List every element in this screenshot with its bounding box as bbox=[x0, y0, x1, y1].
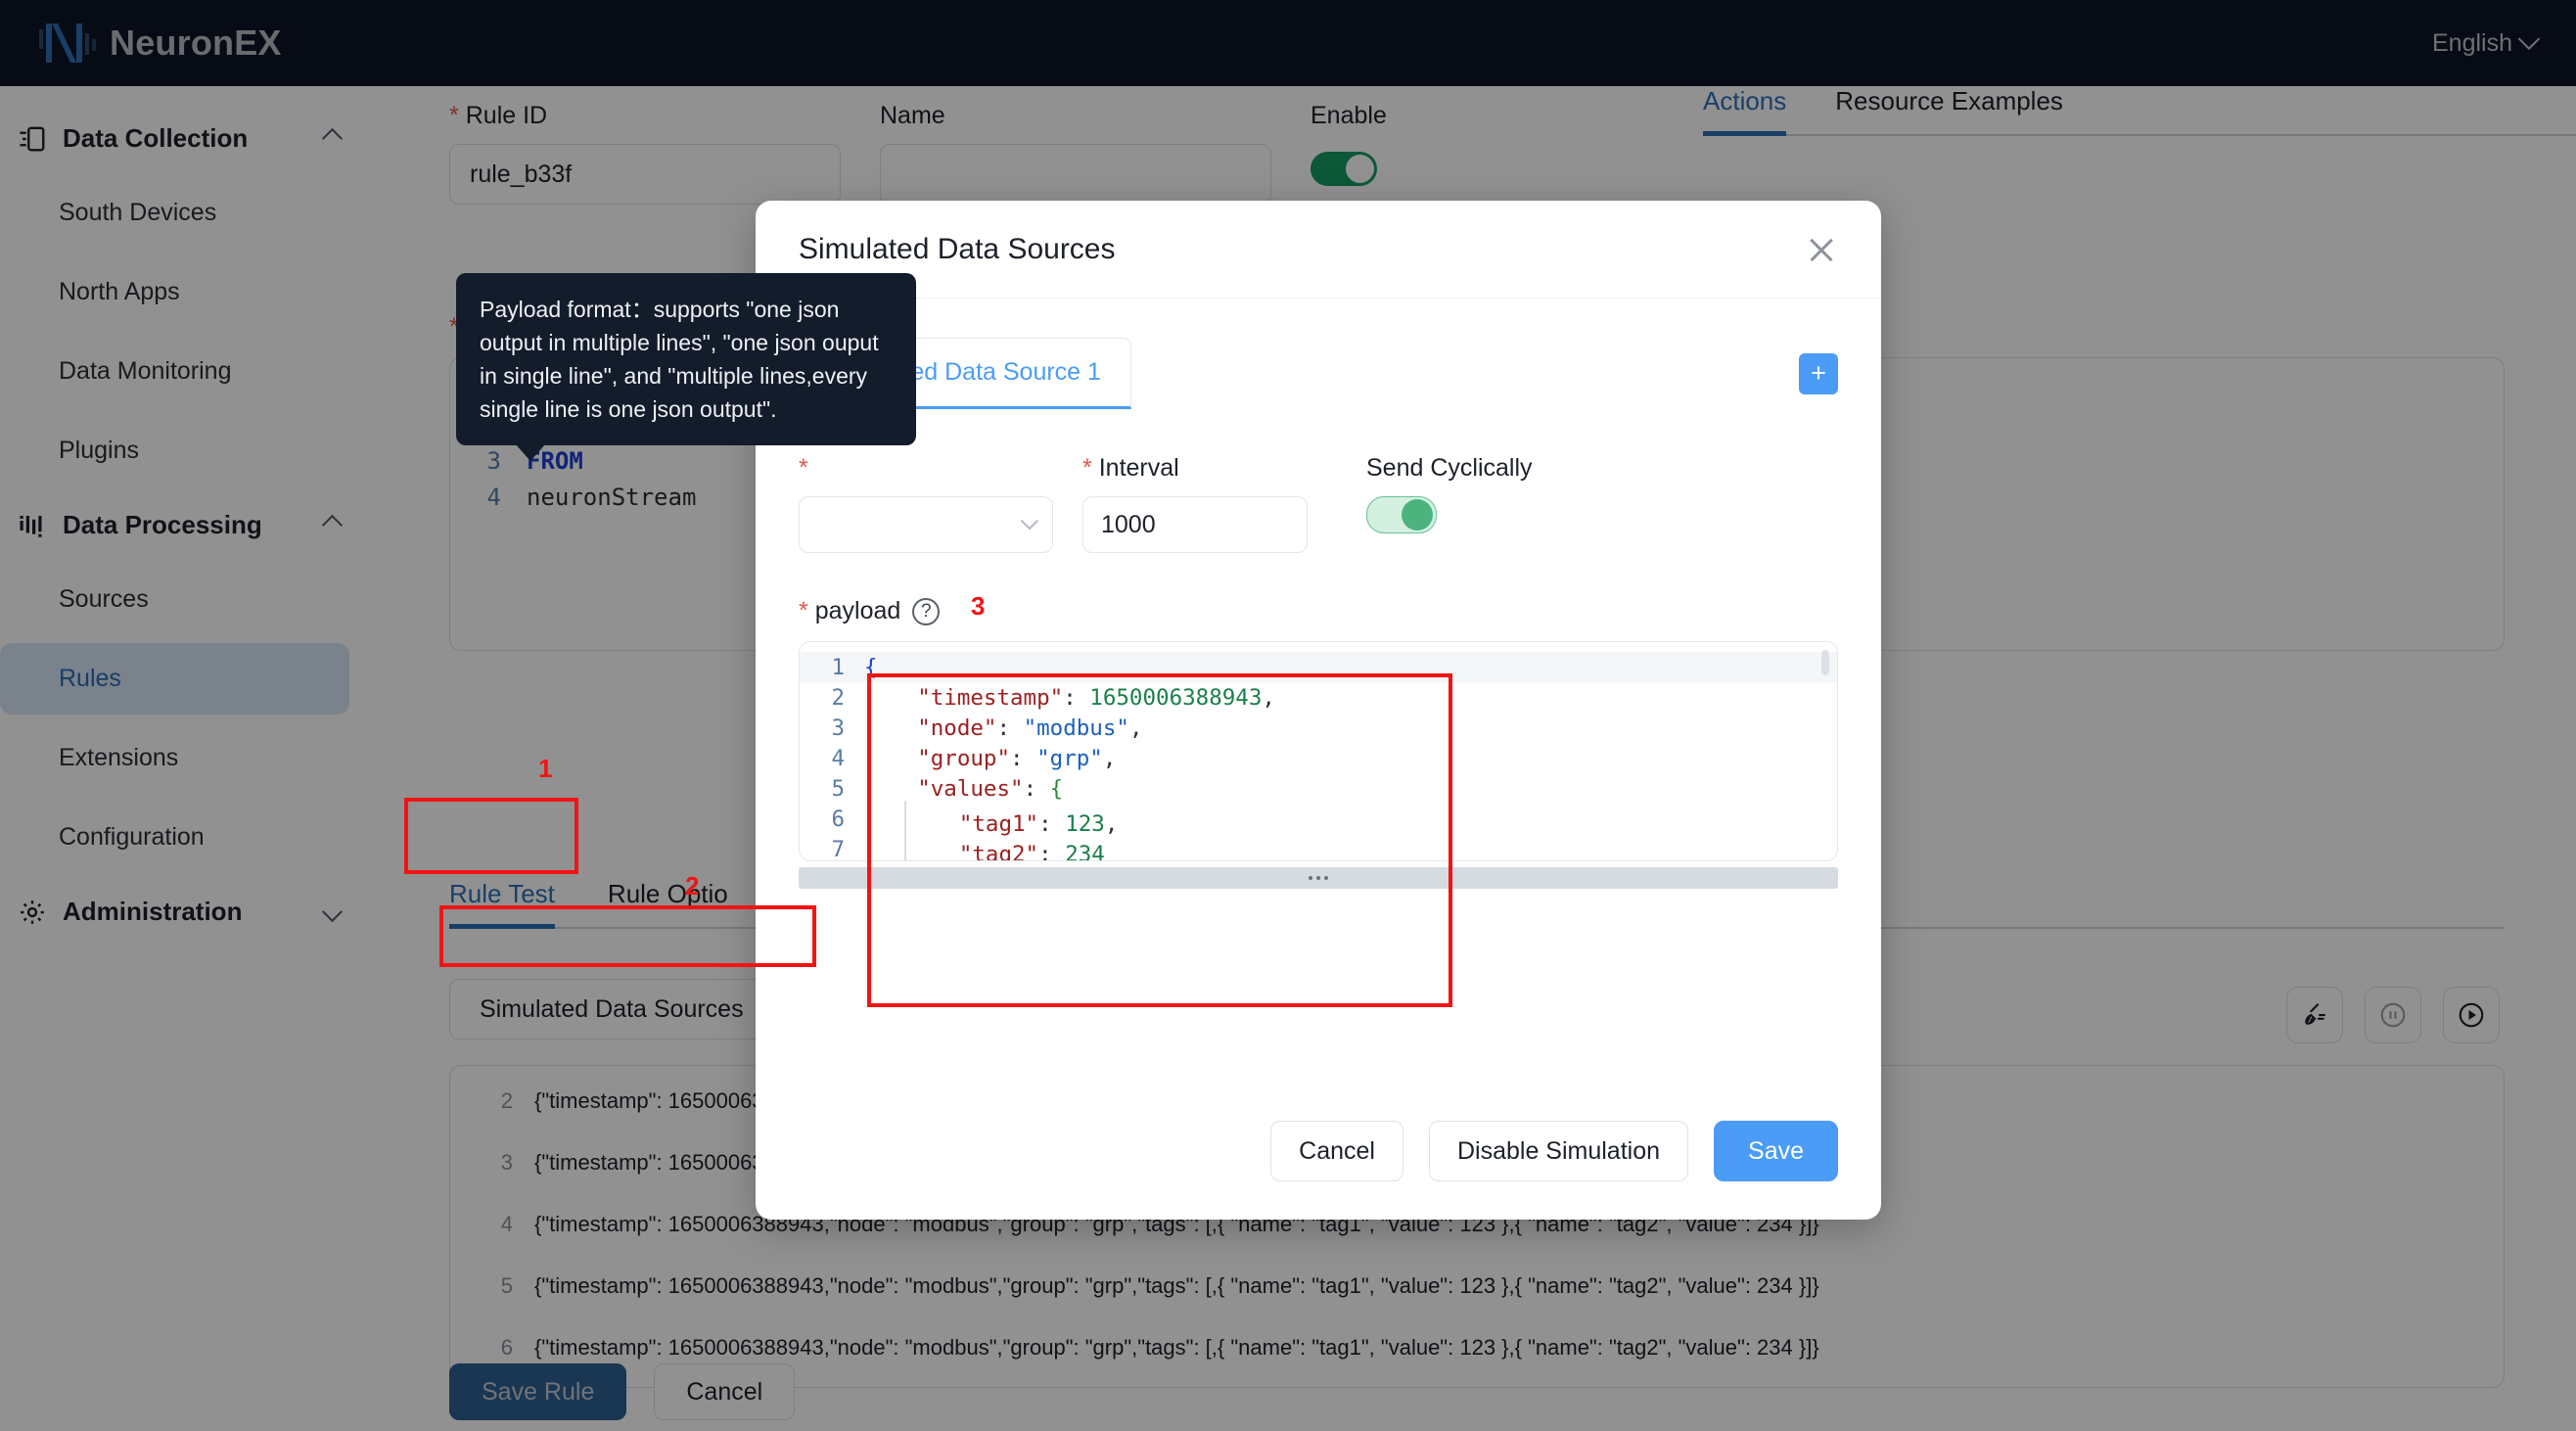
json-token: { bbox=[864, 655, 878, 680]
line-number: 4 bbox=[800, 746, 864, 771]
payload-label-row: payload ? 3 bbox=[799, 597, 1838, 625]
send-cyclically-field: Send Cyclically bbox=[1366, 454, 1533, 538]
annotation-number-3: 3 bbox=[971, 591, 985, 622]
dialog-cancel-button[interactable]: Cancel bbox=[1270, 1121, 1403, 1181]
format-field: Payload format：supports "one json output… bbox=[799, 454, 1053, 553]
chevron-down-icon bbox=[1021, 512, 1038, 530]
payload-format-tooltip: Payload format：supports "one json output… bbox=[456, 273, 916, 445]
close-icon[interactable] bbox=[1805, 233, 1838, 266]
simulated-data-sources-dialog: Simulated Data Sources Simulated Data So… bbox=[756, 201, 1881, 1220]
source-tabs: Simulated Data Source 1 + bbox=[799, 338, 1838, 409]
annotation-number-1: 1 bbox=[538, 754, 552, 784]
json-row: "tag2": 234 bbox=[864, 831, 1105, 861]
json-value: 1650006388943 bbox=[1089, 685, 1262, 711]
line-number: 1 bbox=[800, 655, 864, 680]
source-fields: Payload format：supports "one json output… bbox=[799, 454, 1838, 562]
button-label: Save bbox=[1748, 1137, 1804, 1166]
json-key: "group" bbox=[917, 746, 1010, 771]
line-number: 3 bbox=[800, 716, 864, 741]
format-label bbox=[799, 454, 1053, 483]
editor-scrollbar[interactable] bbox=[1821, 650, 1829, 675]
interval-input[interactable]: 1000 bbox=[1082, 496, 1308, 553]
editor-resize-handle[interactable] bbox=[799, 867, 1838, 889]
format-select[interactable] bbox=[799, 496, 1053, 553]
interval-value: 1000 bbox=[1101, 511, 1156, 539]
dialog-save-button[interactable]: Save bbox=[1714, 1121, 1838, 1181]
json-key: "tag2" bbox=[959, 842, 1038, 861]
line-number: 7 bbox=[800, 837, 864, 862]
add-source-button[interactable]: + bbox=[1799, 353, 1838, 394]
json-key: "timestamp" bbox=[917, 685, 1063, 711]
button-label: Disable Simulation bbox=[1457, 1137, 1660, 1166]
dialog-title: Simulated Data Sources bbox=[799, 233, 1116, 266]
button-label: Cancel bbox=[1299, 1137, 1375, 1166]
line-number: 2 bbox=[800, 685, 864, 711]
dialog-header: Simulated Data Sources bbox=[756, 201, 1881, 299]
interval-label: Interval bbox=[1082, 454, 1308, 483]
json-brace: { bbox=[1050, 776, 1064, 802]
disable-simulation-button[interactable]: Disable Simulation bbox=[1429, 1121, 1688, 1181]
plus-icon: + bbox=[1811, 358, 1826, 389]
line-number: 5 bbox=[800, 776, 864, 802]
question-circle-icon[interactable]: ? bbox=[912, 598, 940, 625]
line-number: 6 bbox=[800, 807, 864, 832]
json-value: "grp" bbox=[1036, 746, 1103, 771]
payload-editor[interactable]: 1{ 2 "timestamp": 1650006388943, 3 "node… bbox=[799, 641, 1838, 861]
json-key: "node" bbox=[917, 716, 996, 741]
json-row: "timestamp": 1650006388943, bbox=[864, 685, 1275, 711]
payload-label: payload bbox=[799, 597, 900, 625]
dialog-footer: Cancel Disable Simulation Save bbox=[756, 1083, 1881, 1220]
send-cyclically-label: Send Cyclically bbox=[1366, 454, 1533, 483]
interval-field: Interval 1000 bbox=[1082, 454, 1308, 553]
json-row: "values": { bbox=[864, 776, 1063, 802]
json-value: "modbus" bbox=[1024, 716, 1129, 741]
json-row: "node": "modbus", bbox=[864, 716, 1142, 741]
json-row: "group": "grp", bbox=[864, 746, 1116, 771]
json-value: 234 bbox=[1065, 842, 1105, 861]
json-key: "values" bbox=[917, 776, 1023, 802]
annotation-number-2: 2 bbox=[685, 871, 699, 901]
dialog-body: Simulated Data Source 1 + Payload format… bbox=[756, 299, 1881, 889]
send-cyclically-toggle[interactable] bbox=[1366, 496, 1533, 538]
